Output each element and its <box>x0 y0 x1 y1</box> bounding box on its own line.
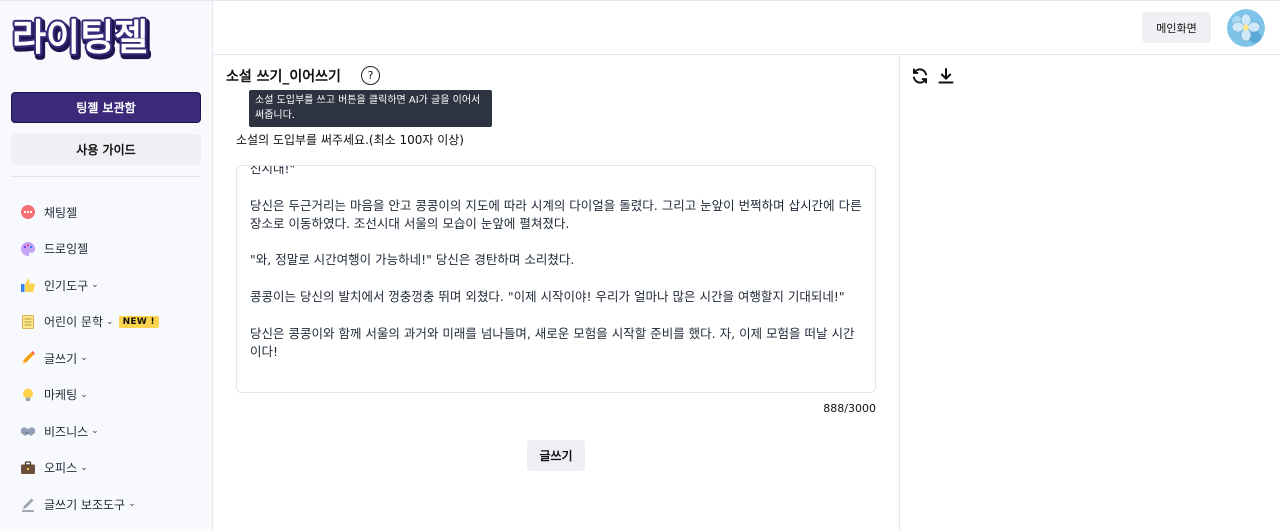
story-textarea[interactable]: 선시대!" 당신은 두근거리는 마음을 안고 콩콩이의 지도에 따라 시계의 다… <box>236 165 876 393</box>
app-logo[interactable]: 라이팅젤 라이팅젤 <box>10 14 166 65</box>
sidebar-item-label: 글쓰기 <box>44 351 78 366</box>
chevron-down-icon: ⌄ <box>91 280 99 291</box>
sidebar-item-drawing[interactable]: 드로잉젤 <box>19 231 209 268</box>
new-badge: NEW ! <box>118 315 159 328</box>
pen-icon <box>19 496 36 513</box>
guide-button[interactable]: 사용 가이드 <box>11 134 201 165</box>
svg-text:라이팅젤: 라이팅젤 <box>12 16 148 59</box>
chat-bubble-icon <box>19 204 36 221</box>
chevron-down-icon: ⌄ <box>106 316 114 327</box>
sidebar-item-kids-literature[interactable]: 어린이 문학 ⌄ NEW ! <box>19 304 209 341</box>
chevron-down-icon: ⌄ <box>80 353 88 364</box>
sidebar-divider <box>11 176 201 177</box>
char-counter: 888/3000 <box>823 402 876 415</box>
chevron-down-icon: ⌄ <box>91 426 99 437</box>
sidebar-item-label: 어린이 문학 <box>44 315 104 330</box>
header-divider <box>213 54 1280 55</box>
avatar[interactable] <box>1227 9 1265 47</box>
main-screen-button[interactable]: 메인화면 <box>1142 12 1211 43</box>
pencil-icon <box>19 350 36 367</box>
sidebar-item-marketing[interactable]: 마케팅 ⌄ <box>19 377 209 414</box>
sidebar-item-label: 글쓰기 보조도구 <box>44 497 126 512</box>
sidebar-item-office[interactable]: 오피스 ⌄ <box>19 450 209 487</box>
sidebar-item-label: 인기도구 <box>44 278 89 293</box>
sidebar-nav: 채팅젤 드로잉젤 인기도구 ⌄ 어린이 문학 ⌄ NEW ! 글쓰기 ⌄ 마케팅… <box>19 194 209 523</box>
sidebar-item-label: 마케팅 <box>44 388 78 403</box>
page-title: 소설 쓰기_이어쓰기 <box>226 69 341 85</box>
sidebar-item-label: 드로잉젤 <box>44 242 89 257</box>
handshake-icon <box>19 423 36 440</box>
input-prompt-label: 소설의 도입부를 써주세요.(최소 100자 이상) <box>236 133 464 147</box>
sidebar-item-label: 채팅젤 <box>44 205 78 220</box>
refresh-icon[interactable] <box>910 66 930 86</box>
story-text[interactable]: 선시대!" 당신은 두근거리는 마음을 안고 콩콩이의 지도에 따라 시계의 다… <box>250 166 865 361</box>
chevron-down-icon: ⌄ <box>80 389 88 400</box>
sidebar-item-writing-assistant[interactable]: 글쓰기 보조도구 ⌄ <box>19 486 209 523</box>
sidebar-item-writing[interactable]: 글쓰기 ⌄ <box>19 340 209 377</box>
sidebar-item-popular-tools[interactable]: 인기도구 ⌄ <box>19 267 209 304</box>
help-tooltip: 소설 도입부를 쓰고 버튼을 클릭하면 AI가 글을 이어서 써줍니다. <box>249 90 492 127</box>
lightbulb-icon <box>19 386 36 403</box>
sidebar-item-label: 오피스 <box>44 461 78 476</box>
chevron-down-icon: ⌄ <box>128 499 136 510</box>
write-button[interactable]: 글쓰기 <box>527 440 585 471</box>
thumbs-up-icon <box>19 277 36 294</box>
notepad-icon <box>19 313 36 330</box>
sidebar-item-chatting[interactable]: 채팅젤 <box>19 194 209 231</box>
sidebar: 라이팅젤 라이팅젤 팅젤 보관함 사용 가이드 채팅젤 드로잉젤 인기도구 ⌄ <box>0 1 213 531</box>
chevron-down-icon: ⌄ <box>80 462 88 473</box>
briefcase-icon <box>19 459 36 476</box>
help-icon[interactable]: ? <box>361 66 380 85</box>
sidebar-item-business[interactable]: 비즈니스 ⌄ <box>19 413 209 450</box>
sidebar-item-label: 비즈니스 <box>44 424 89 439</box>
column-divider <box>899 55 900 531</box>
download-icon[interactable] <box>936 66 956 86</box>
palette-icon <box>19 240 36 257</box>
archive-button[interactable]: 팅젤 보관함 <box>11 92 201 123</box>
